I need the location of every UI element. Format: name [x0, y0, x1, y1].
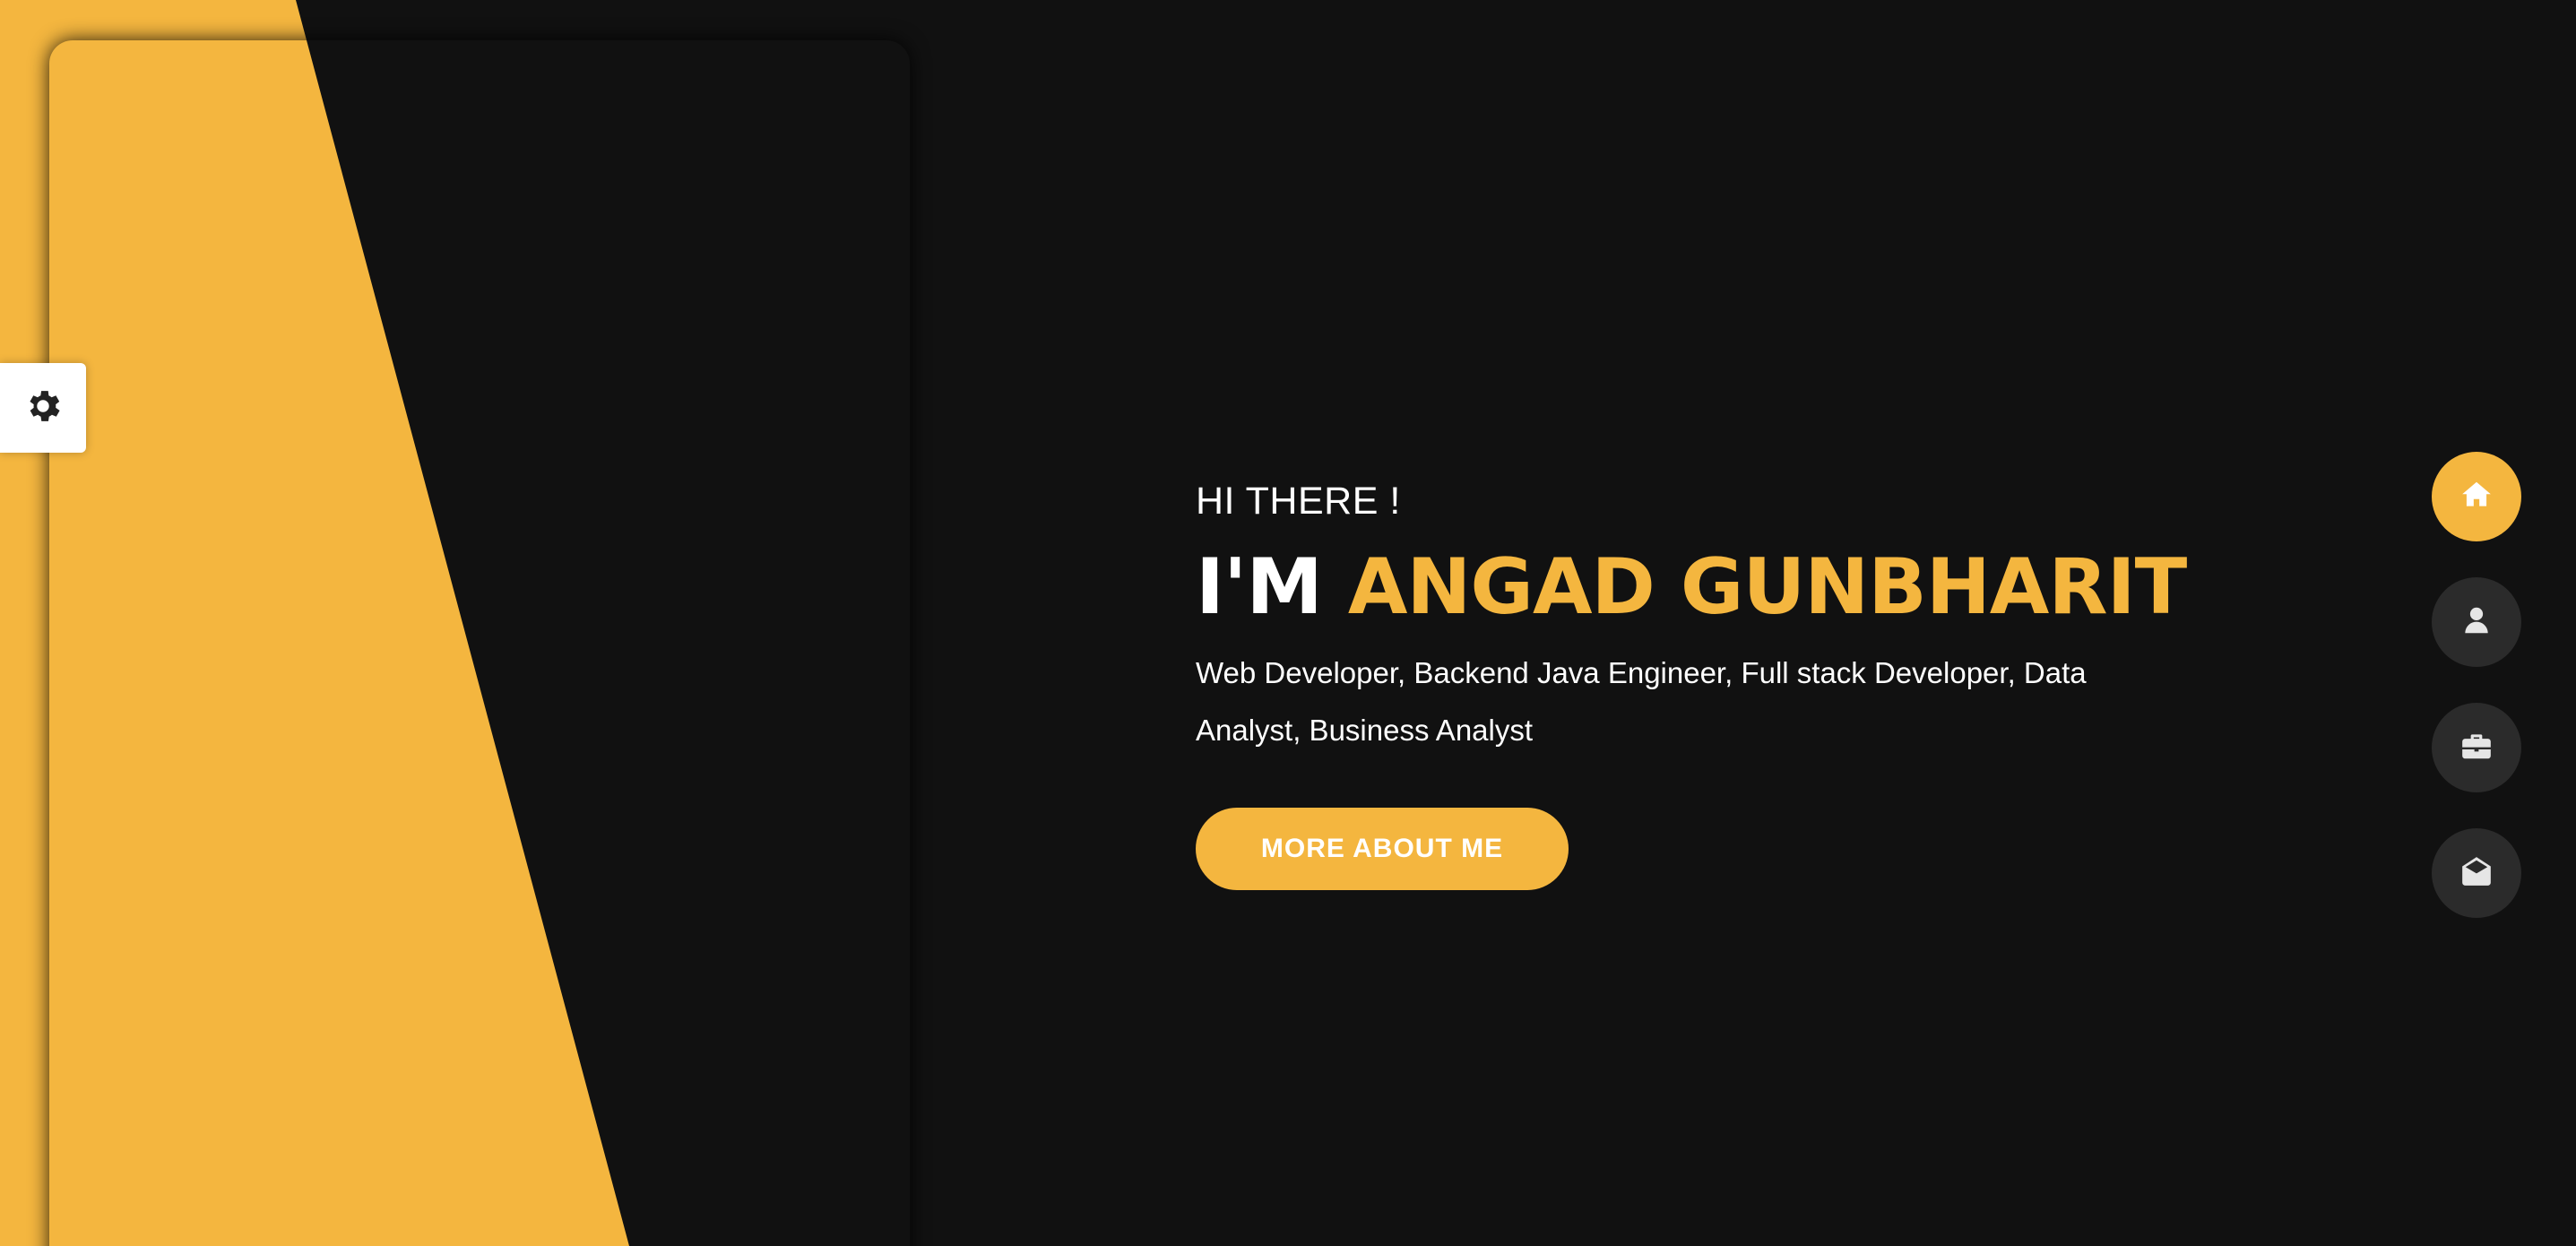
- user-icon: [2459, 603, 2494, 642]
- nav-portfolio-button[interactable]: [2432, 703, 2521, 792]
- nav-about-button[interactable]: [2432, 577, 2521, 667]
- greeting-text: HI THERE !: [1196, 480, 1401, 523]
- side-nav: [2432, 452, 2521, 918]
- nav-contact-button[interactable]: [2432, 828, 2521, 918]
- hero-section: HI THERE ! I'M ANGAD GUNBHARIT Web Devel…: [1196, 471, 2187, 890]
- more-about-me-button[interactable]: MORE ABOUT ME: [1196, 808, 1569, 890]
- nav-home-button[interactable]: [2432, 452, 2521, 541]
- briefcase-icon: [2459, 729, 2494, 767]
- roles-text: Web Developer, Backend Java Engineer, Fu…: [1196, 656, 2087, 747]
- headline-name: ANGAD GUNBHARIT: [1347, 542, 2187, 632]
- home-icon: [2459, 478, 2494, 516]
- headline-prefix: I'M: [1196, 542, 1323, 632]
- profile-card: [49, 40, 910, 1246]
- settings-button[interactable]: [0, 363, 86, 453]
- headline: I'M ANGAD GUNBHARIT: [1196, 542, 2187, 632]
- gear-icon: [22, 385, 64, 431]
- envelope-open-icon: [2459, 854, 2494, 893]
- page: HI THERE ! I'M ANGAD GUNBHARIT Web Devel…: [0, 0, 2576, 1246]
